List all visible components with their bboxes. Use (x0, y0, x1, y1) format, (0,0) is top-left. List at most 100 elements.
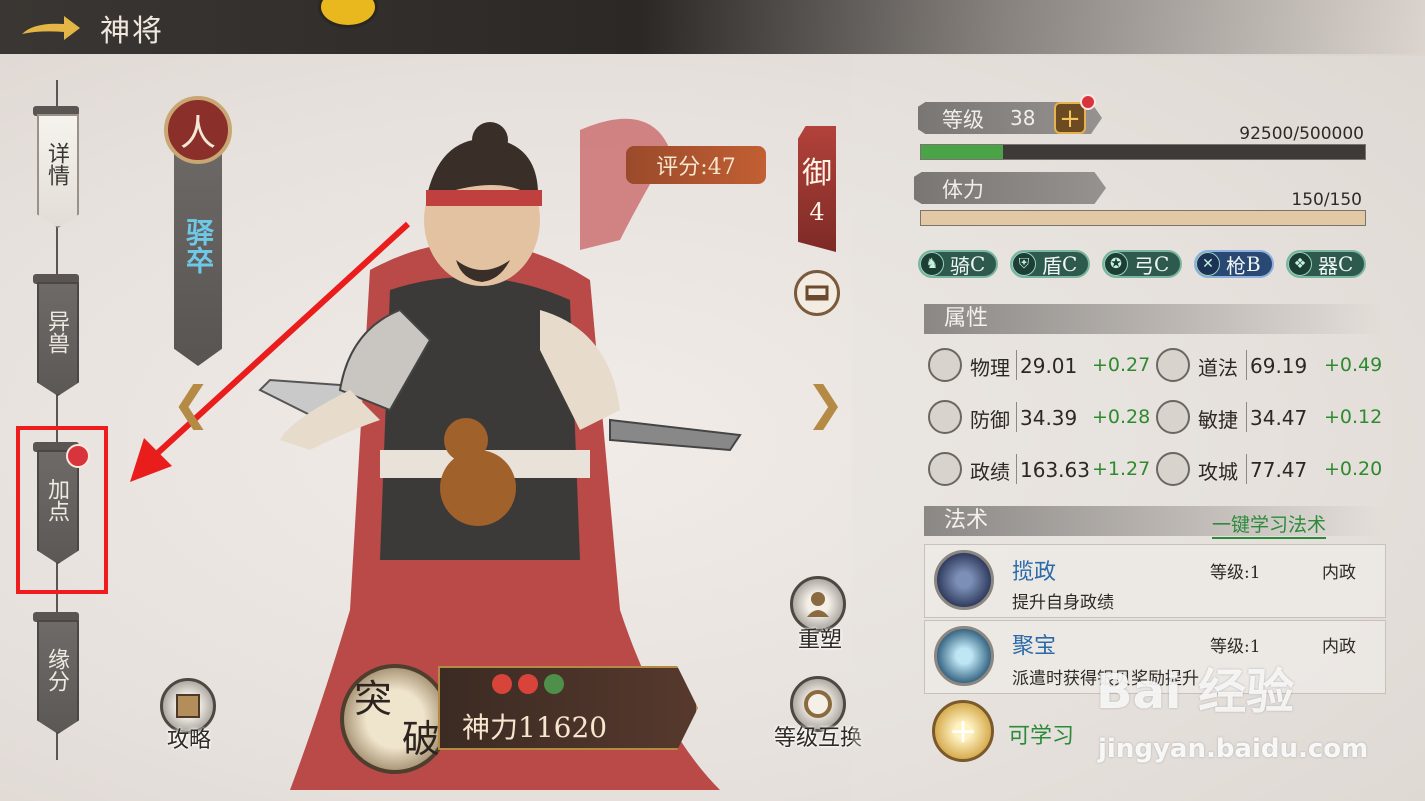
attr-increment: +1.27 (1092, 458, 1151, 480)
siege-icon: ❖ (1288, 252, 1312, 276)
troop-spear[interactable]: ✕ 枪B (1194, 250, 1274, 278)
tray-icon (805, 285, 829, 301)
taoism-icon (1156, 348, 1190, 382)
flame-icon (544, 674, 564, 694)
troop-grade: C (1062, 252, 1078, 276)
troop-bow[interactable]: ✪ 弓C (1102, 250, 1182, 278)
breakthrough-char-2: 破 (402, 717, 441, 761)
boot-icon (1156, 400, 1190, 434)
stamina-bar (920, 210, 1366, 226)
learn-all-spells-link[interactable]: 一键学习法术 (1212, 510, 1327, 539)
troop-char: 弓 (1134, 253, 1154, 278)
troop-grade: C (970, 252, 986, 276)
troop-grade: C (1154, 252, 1170, 276)
troop-grade: B (1246, 252, 1261, 276)
troop-cavalry[interactable]: ♞ 骑C (918, 250, 998, 278)
exp-bar (920, 144, 1366, 160)
defense-value: 4 (809, 198, 825, 226)
defense-label: 御 (802, 156, 832, 191)
troop-siege[interactable]: ❖ 器C (1286, 250, 1366, 278)
spell-desc: 提升自身政绩 (1012, 593, 1114, 613)
divider (1246, 402, 1247, 432)
tab-beasts[interactable]: 异兽 (33, 268, 79, 396)
tab-label: 异兽 (44, 310, 69, 354)
attr-value: 34.39 (1020, 406, 1078, 430)
learnable-label: 可学习 (1008, 724, 1075, 749)
divider (1016, 350, 1017, 380)
divider (1016, 402, 1017, 432)
stamina-label: 体力 (942, 178, 984, 202)
tab-label: 缘分 (44, 648, 69, 692)
level-value: 38 (1010, 106, 1036, 130)
shield-icon: ⛨ (1012, 252, 1036, 276)
spell-icon (934, 550, 994, 610)
spell-type: 内政 (1322, 563, 1356, 583)
troop-char: 枪 (1226, 253, 1246, 278)
troop-char: 器 (1318, 253, 1338, 278)
attr-name: 政绩 (970, 460, 1010, 484)
troop-char: 盾 (1042, 253, 1062, 278)
attr-name: 攻城 (1198, 460, 1238, 484)
attr-increment: +0.27 (1092, 354, 1151, 376)
tab-bonds[interactable]: 缘分 (33, 606, 79, 734)
horse-icon: ♞ (920, 252, 944, 276)
attributes-header: 属性 (924, 304, 1384, 334)
troop-grade: C (1338, 252, 1354, 276)
attr-increment: +0.49 (1324, 354, 1383, 376)
attr-name: 物理 (970, 356, 1010, 380)
troop-shield[interactable]: ⛨ 盾C (1010, 250, 1090, 278)
spell-name: 揽政 (1012, 560, 1057, 585)
tab-details[interactable]: 详情 (33, 100, 79, 228)
next-hero-chevron-icon[interactable]: ❯ (806, 376, 845, 430)
spell-icon (934, 626, 994, 686)
prev-hero-chevron-icon[interactable]: ❮ (172, 376, 211, 430)
highlight-box (16, 426, 108, 594)
castle-icon (1156, 452, 1190, 486)
attributes-title: 属性 (944, 306, 989, 331)
attr-name: 道法 (1198, 356, 1238, 380)
stamina-bar-fill (921, 211, 1365, 225)
annotation-arrow (130, 221, 411, 482)
back-arrow-icon (22, 16, 80, 40)
score-badge: 评分:47 (626, 146, 766, 184)
stamina-text: 150/150 (1291, 190, 1362, 210)
attr-increment: +0.20 (1324, 458, 1383, 480)
level-label: 等级 (942, 108, 984, 132)
attr-value: 69.19 (1250, 354, 1308, 378)
flame-icon (492, 674, 512, 694)
spell-type: 内政 (1322, 637, 1356, 657)
governance-icon (928, 452, 962, 486)
back-button[interactable] (14, 8, 86, 46)
exp-bar-fill (921, 145, 1004, 159)
divider (1016, 454, 1017, 484)
watermark-logo: Bai 经验 (1096, 664, 1295, 720)
spells-title: 法术 (944, 508, 989, 533)
watermark-url: jingyan.baidu.com (1098, 734, 1369, 764)
exp-text: 92500/500000 (1239, 124, 1364, 144)
attr-value: 29.01 (1020, 354, 1078, 378)
helmet-icon (928, 400, 962, 434)
attr-name: 敏捷 (1198, 408, 1238, 432)
top-bar (0, 0, 1425, 54)
flame-icon (518, 674, 538, 694)
attr-increment: +0.28 (1092, 406, 1151, 428)
bow-icon: ✪ (1104, 252, 1128, 276)
save-lineup-button[interactable] (794, 270, 840, 316)
spell-name: 聚宝 (1012, 634, 1057, 659)
add-spell-plus-icon[interactable]: + (932, 700, 994, 762)
power-value: 神力11620 (462, 711, 608, 744)
divider (1246, 454, 1247, 484)
reshape-label: 重塑 (797, 628, 842, 653)
page-title: 神将 (100, 14, 164, 49)
attr-value: 77.47 (1250, 458, 1308, 482)
sword-icon (928, 348, 962, 382)
attr-value: 34.47 (1250, 406, 1308, 430)
troop-char: 骑 (950, 253, 970, 278)
flame-rating (492, 674, 564, 694)
guide-label: 攻略 (166, 728, 211, 753)
attr-increment: +0.12 (1324, 406, 1383, 428)
tab-label: 详情 (44, 142, 69, 186)
spell-level: 等级:1 (1210, 563, 1261, 583)
divider (1246, 350, 1247, 380)
attr-name: 防御 (970, 408, 1010, 432)
